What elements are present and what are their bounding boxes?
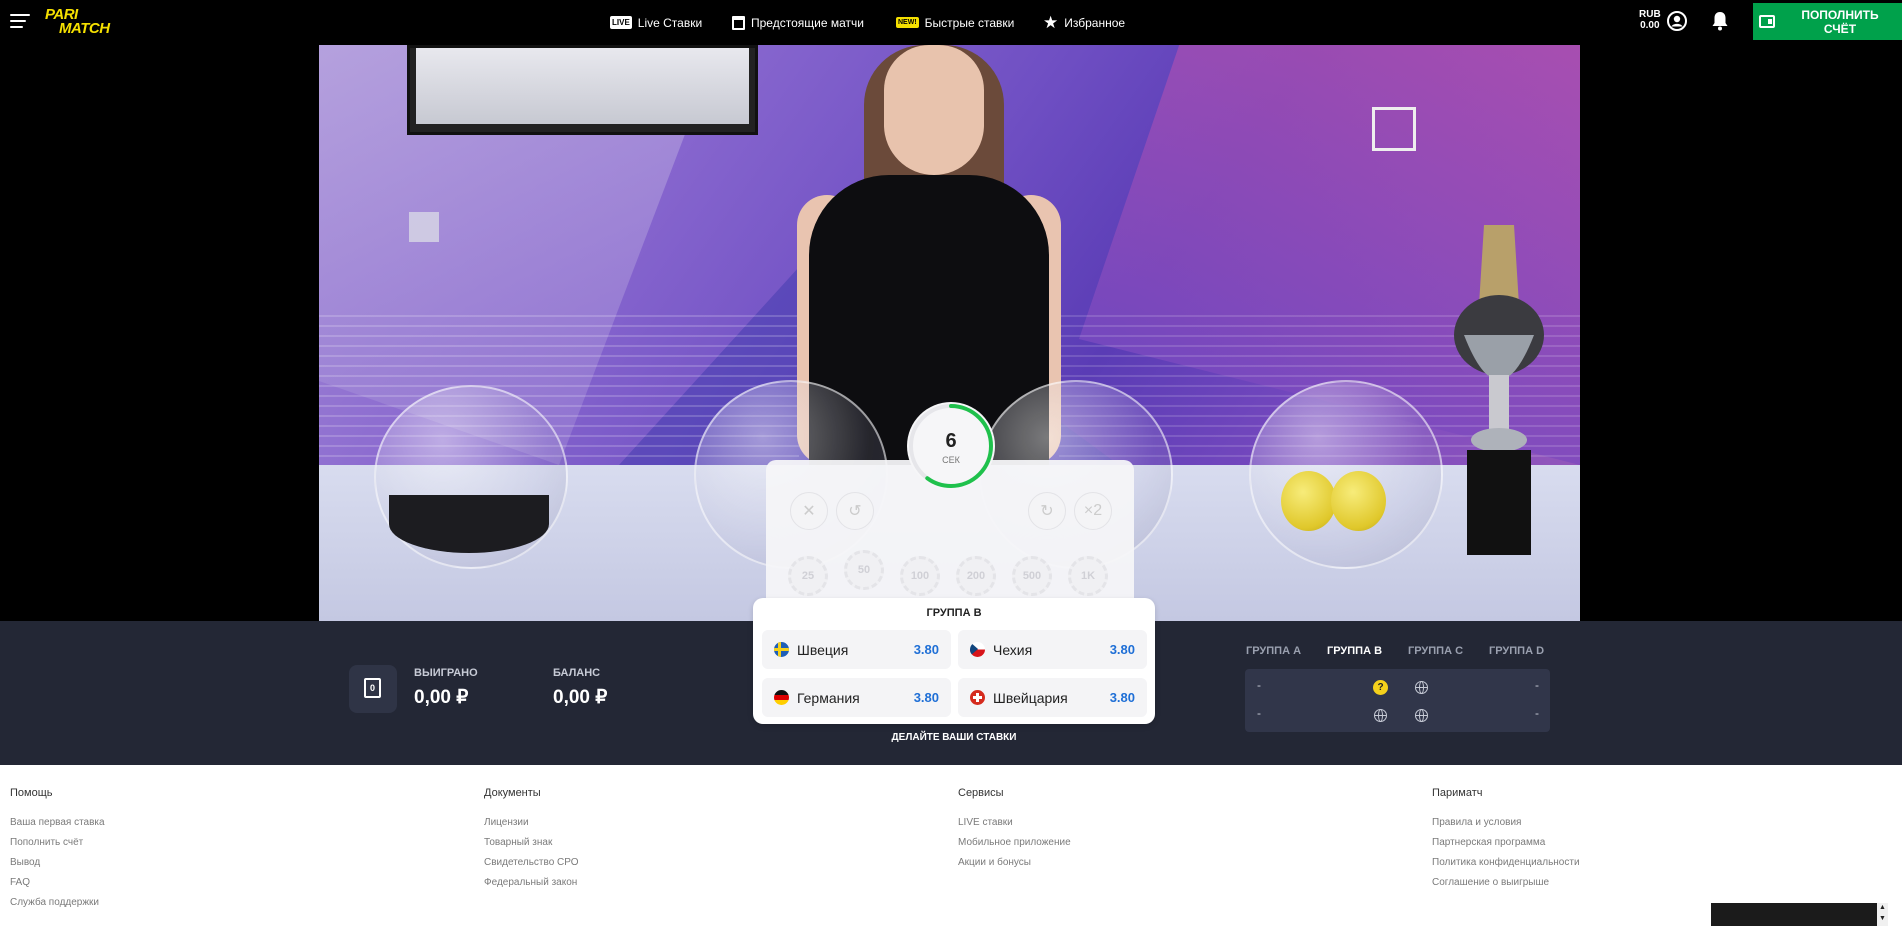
footer-link[interactable]: Товарный знак [484, 836, 579, 856]
globe-icon [1374, 709, 1387, 722]
balance-value: 0,00 ₽ [553, 687, 608, 708]
czech-flag-icon [970, 642, 985, 657]
nav-live-bets-label: Live Ставки [637, 15, 703, 30]
countdown-timer: 6 СЕК [907, 402, 995, 490]
tab-group-c[interactable]: ГРУППА C [1408, 645, 1463, 657]
trophy [1454, 225, 1544, 555]
bet-option-czechia[interactable]: Чехия 3.80 [958, 630, 1147, 669]
footer-link[interactable]: Акции и бонусы [958, 856, 1071, 876]
help-icon[interactable]: ? [1373, 680, 1388, 695]
footer-link[interactable]: Соглашение о выигрыше [1432, 876, 1580, 896]
balance-display[interactable]: RUB 0.00 [1639, 9, 1661, 31]
double-button[interactable]: ×2 [1074, 492, 1112, 530]
bet-option-switzerland[interactable]: Швейцария 3.80 [958, 678, 1147, 717]
tab-group-b[interactable]: ГРУППА B [1327, 645, 1382, 657]
nav-favorites-label: Избранное [1064, 15, 1126, 30]
footer-link[interactable]: Лицензии [484, 816, 579, 836]
timer-unit: СЕК [942, 455, 960, 465]
wallet-icon [1759, 15, 1775, 28]
chip-1k[interactable]: 1K [1068, 556, 1108, 596]
background-tv [407, 45, 758, 135]
nav-live-bets[interactable]: LIVE Live Ставки [610, 0, 702, 45]
group-bet-card: ГРУППА B Швеция 3.80 Чехия 3.80 Германия… [753, 598, 1155, 724]
decor-square [1372, 107, 1416, 151]
sweden-flag-icon [774, 642, 789, 657]
tab-group-a[interactable]: ГРУППА A [1246, 645, 1301, 657]
chip-25[interactable]: 25 [788, 556, 828, 596]
repeat-button[interactable]: ↻ [1028, 492, 1066, 530]
nav-quick-bets[interactable]: NEW! Быстрые ставки [896, 0, 1014, 45]
chip-50[interactable]: 50 [844, 550, 884, 590]
top-bar: PARI MATCH LIVE Live Ставки Предстоящие … [0, 0, 1902, 45]
footer-link[interactable]: LIVE ставки [958, 816, 1071, 836]
footer-link[interactable]: Пополнить счёт [10, 836, 105, 856]
bell-icon[interactable] [1711, 11, 1729, 31]
calendar-icon [732, 15, 745, 30]
nav-upcoming-matches[interactable]: Предстоящие матчи [732, 0, 864, 45]
timer-value: 6 [945, 430, 957, 452]
switzerland-flag-icon [970, 690, 985, 705]
footer-link[interactable]: Мобильное приложение [958, 836, 1071, 856]
result-row-2-left: - [1257, 706, 1261, 720]
won-label: ВЫИГРАНО [414, 667, 478, 679]
bet-history-icon[interactable]: 0 [349, 665, 397, 713]
footer-heading: Париматч [1432, 787, 1483, 799]
footer-link[interactable]: Служба поддержки [10, 896, 105, 916]
footer-link[interactable]: Федеральный закон [484, 876, 579, 896]
deposit-button[interactable]: ПОПОЛНИТЬ СЧЁТ [1753, 3, 1902, 40]
clear-bets-button[interactable]: ✕ [790, 492, 828, 530]
footer-col-parimatch: Париматч Правила и условия Партнерская п… [1432, 787, 1580, 896]
nav-quick-bets-label: Быстрые ставки [924, 15, 1015, 30]
footer-link[interactable]: Политика конфиденциальности [1432, 856, 1580, 876]
footer-link[interactable]: Ваша первая ставка [10, 816, 105, 836]
footer-heading: Помощь [10, 787, 53, 799]
footer-heading: Сервисы [958, 787, 1004, 799]
footer-link[interactable]: FAQ [10, 876, 105, 896]
user-account-icon[interactable] [1667, 11, 1687, 31]
currency-label: RUB [1639, 9, 1661, 20]
footer-link[interactable]: Правила и условия [1432, 816, 1580, 836]
germany-flag-icon [774, 690, 789, 705]
scroll-widget[interactable]: ▲ ▼ [1711, 903, 1888, 926]
footer-link[interactable]: Партнерская программа [1432, 836, 1580, 856]
group-card-title: ГРУППА B [926, 607, 982, 619]
bet-option-germany[interactable]: Германия 3.80 [762, 678, 951, 717]
chip-100[interactable]: 100 [900, 556, 940, 596]
parimatch-logo[interactable]: PARI MATCH [45, 6, 125, 38]
footer-col-help: Помощь Ваша первая ставка Пополнить счёт… [10, 787, 105, 916]
chip-500[interactable]: 500 [1012, 556, 1052, 596]
scroll-up-icon[interactable]: ▲ [1877, 904, 1888, 911]
scrollbar[interactable]: ▲ ▼ [1877, 903, 1888, 926]
new-badge-icon: NEW! [896, 17, 919, 28]
won-value: 0,00 ₽ [414, 687, 469, 708]
place-bets-prompt: ДЕЛАЙТЕ ВАШИ СТАВКИ [891, 732, 1017, 743]
presenter-face [884, 45, 984, 175]
result-row-2-right: - [1535, 706, 1539, 720]
footer-link[interactable]: Свидетельство СРО [484, 856, 579, 876]
star-icon: ★ [1043, 13, 1059, 32]
nav-upcoming-label: Предстоящие матчи [751, 15, 864, 30]
menu-icon[interactable] [10, 14, 30, 28]
game-stage: ✕ ↺ ↻ ×2 25 50 100 200 500 1K 6 СЕК [0, 45, 1902, 626]
globe-icon [1415, 709, 1428, 722]
footer-link[interactable]: Вывод [10, 856, 105, 876]
nav-favorites[interactable]: ★ Избранное [1043, 0, 1125, 45]
balls-in-bowl [1281, 471, 1389, 531]
footer-heading: Документы [484, 787, 541, 799]
footer-col-services: Сервисы LIVE ставки Мобильное приложение… [958, 787, 1071, 876]
deposit-label: ПОПОЛНИТЬ СЧЁТ [1801, 7, 1879, 36]
header-balance: 0.00 [1640, 20, 1660, 31]
live-badge-icon: LIVE [610, 16, 632, 29]
footer-col-documents: Документы Лицензии Товарный знак Свидете… [484, 787, 579, 896]
result-row-1-right: - [1535, 678, 1539, 692]
balance-label: БАЛАНС [553, 667, 601, 679]
globe-icon [1415, 681, 1428, 694]
result-row-1-left: - [1257, 678, 1261, 692]
group-results-table: - ? - - - [1245, 669, 1550, 732]
bet-option-sweden[interactable]: Швеция 3.80 [762, 630, 951, 669]
scroll-down-icon[interactable]: ▼ [1877, 915, 1888, 922]
undo-button[interactable]: ↺ [836, 492, 874, 530]
chip-200[interactable]: 200 [956, 556, 996, 596]
tab-group-d[interactable]: ГРУППА D [1489, 645, 1544, 657]
